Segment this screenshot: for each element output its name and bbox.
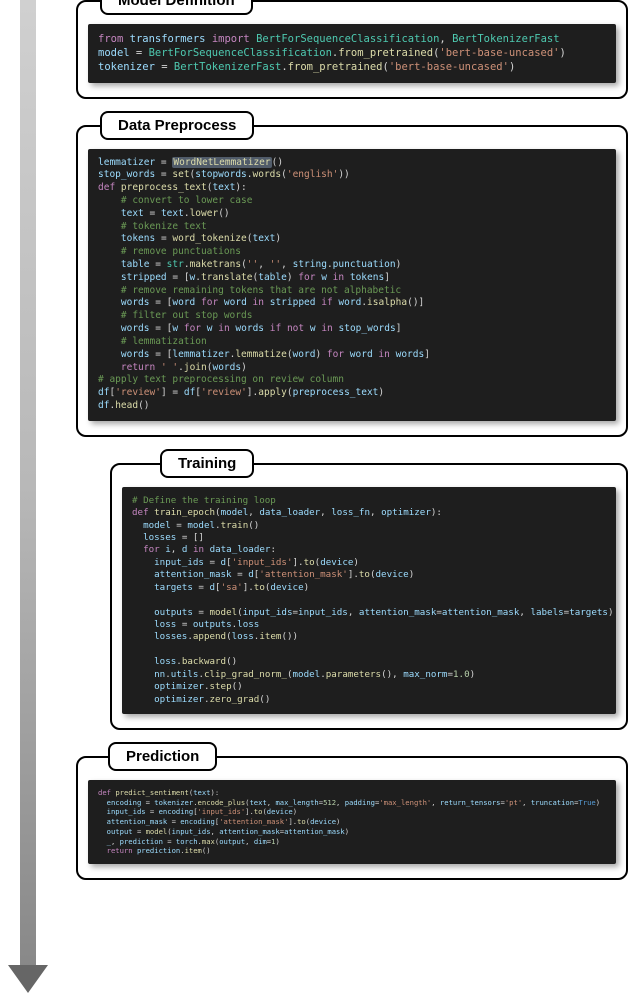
section-label-model-definition: Model Definition: [100, 0, 253, 15]
section-prediction: Prediction def predict_sentiment(text): …: [76, 756, 628, 880]
code-prediction: def predict_sentiment(text): encoding = …: [88, 780, 616, 864]
section-label-data-preprocess: Data Preprocess: [100, 111, 254, 140]
workflow-steps: Model Definition from transformers impor…: [76, 0, 628, 898]
code-training: # Define the training loop def train_epo…: [122, 487, 616, 714]
section-label-prediction: Prediction: [108, 742, 217, 771]
arrow-head-icon: [8, 965, 48, 993]
workflow-arrow: [8, 0, 48, 1006]
section-model-definition: Model Definition from transformers impor…: [76, 0, 628, 99]
section-training: Training # Define the training loop def …: [110, 463, 628, 730]
section-label-training: Training: [160, 449, 254, 478]
code-data-preprocess: lemmatizer = WordNetLemmatizer() stop_wo…: [88, 149, 616, 421]
arrow-shaft: [20, 0, 36, 970]
code-model-definition: from transformers import BertForSequence…: [88, 24, 616, 83]
section-data-preprocess: Data Preprocess lemmatizer = WordNetLemm…: [76, 125, 628, 437]
